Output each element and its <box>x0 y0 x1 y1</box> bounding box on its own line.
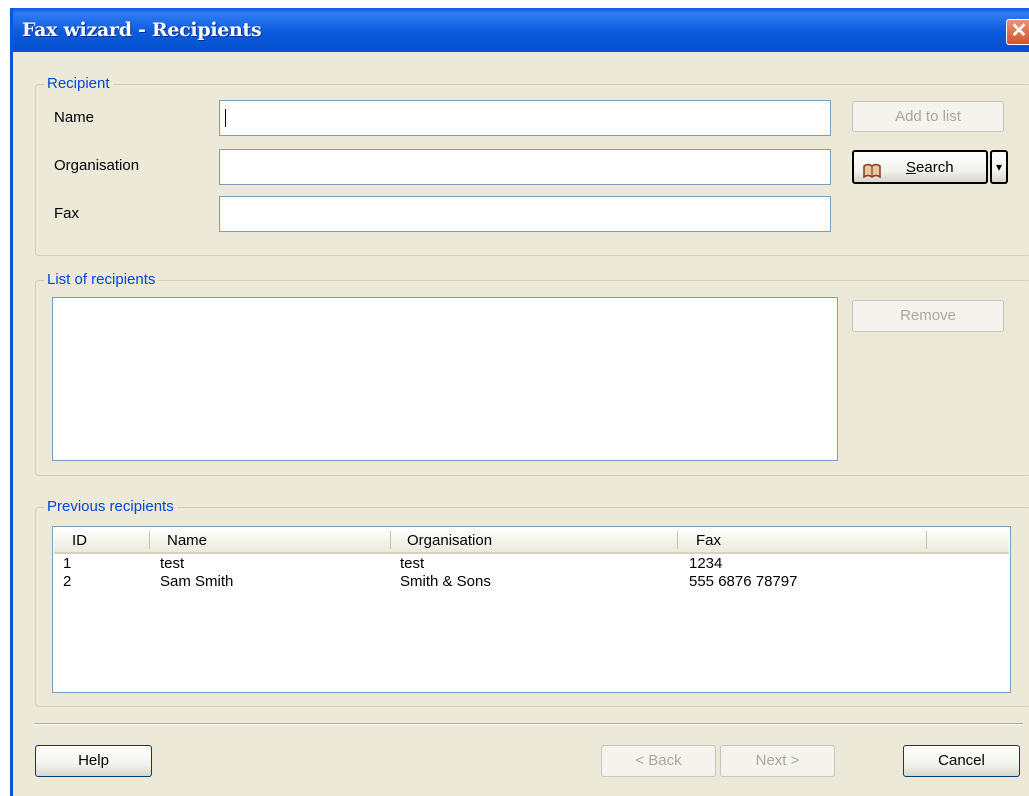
column-separator[interactable] <box>677 531 678 549</box>
title-bar[interactable]: Fax wizard - Recipients ✕ <box>13 8 1029 52</box>
previous-recipients-legend: Previous recipients <box>44 498 177 515</box>
close-icon: ✕ <box>1010 20 1028 42</box>
column-header-fax[interactable]: Fax <box>696 532 721 549</box>
cell-id: 1 <box>63 555 72 572</box>
cell-name: Sam Smith <box>160 573 234 590</box>
cell-id: 2 <box>63 573 72 590</box>
cell-fax: 1234 <box>689 555 723 572</box>
next-button[interactable]: Next > <box>720 745 835 777</box>
cell-organisation: test <box>400 555 425 572</box>
fax-input[interactable] <box>219 196 831 232</box>
recipients-listbox[interactable] <box>52 297 838 461</box>
previous-recipients-table[interactable]: ID Name Organisation Fax 1 test test 123… <box>52 526 1011 693</box>
footer-divider <box>35 723 1023 725</box>
add-to-list-label: Add to list <box>895 108 961 125</box>
close-button[interactable]: ✕ <box>1006 19 1029 45</box>
column-separator[interactable] <box>390 531 391 549</box>
column-separator[interactable] <box>149 531 150 549</box>
list-of-recipients-legend: List of recipients <box>44 271 159 288</box>
search-label: Search <box>906 159 954 176</box>
column-header-organisation[interactable]: Organisation <box>407 532 492 549</box>
address-book-icon <box>862 159 882 179</box>
column-header-id[interactable]: ID <box>72 532 87 549</box>
cancel-label: Cancel <box>938 752 985 769</box>
chevron-down-icon: ▾ <box>995 160 1003 174</box>
back-label: < Back <box>635 752 682 769</box>
column-separator[interactable] <box>926 531 927 549</box>
cancel-button[interactable]: Cancel <box>903 745 1020 777</box>
column-header-name[interactable]: Name <box>167 532 207 549</box>
window-title: Fax wizard - Recipients <box>22 19 262 41</box>
text-caret <box>225 109 226 127</box>
remove-button[interactable]: Remove <box>852 300 1004 332</box>
next-label: Next > <box>755 752 800 769</box>
table-header: ID Name Organisation Fax <box>54 528 1009 554</box>
help-label: Help <box>78 752 109 769</box>
fax-label: Fax <box>54 205 80 222</box>
search-dropdown-button[interactable]: ▾ <box>990 150 1008 184</box>
help-button[interactable]: Help <box>35 745 152 777</box>
recipient-legend: Recipient <box>44 75 113 92</box>
fax-wizard-window: Fax wizard - Recipients ✕ Recipient Name… <box>10 8 1029 796</box>
name-label: Name <box>54 109 95 126</box>
back-button[interactable]: < Back <box>601 745 716 777</box>
add-to-list-button[interactable]: Add to list <box>852 101 1004 132</box>
table-row[interactable]: 2 Sam Smith Smith & Sons 555 6876 78797 <box>53 573 1010 591</box>
table-row[interactable]: 1 test test 1234 <box>53 555 1010 573</box>
name-input[interactable] <box>219 100 831 136</box>
cell-fax: 555 6876 78797 <box>689 573 798 590</box>
organisation-input[interactable] <box>219 149 831 185</box>
cell-organisation: Smith & Sons <box>400 573 491 590</box>
cell-name: test <box>160 555 185 572</box>
organisation-label: Organisation <box>54 157 140 174</box>
search-button[interactable]: Search <box>852 150 988 184</box>
remove-label: Remove <box>900 307 956 324</box>
